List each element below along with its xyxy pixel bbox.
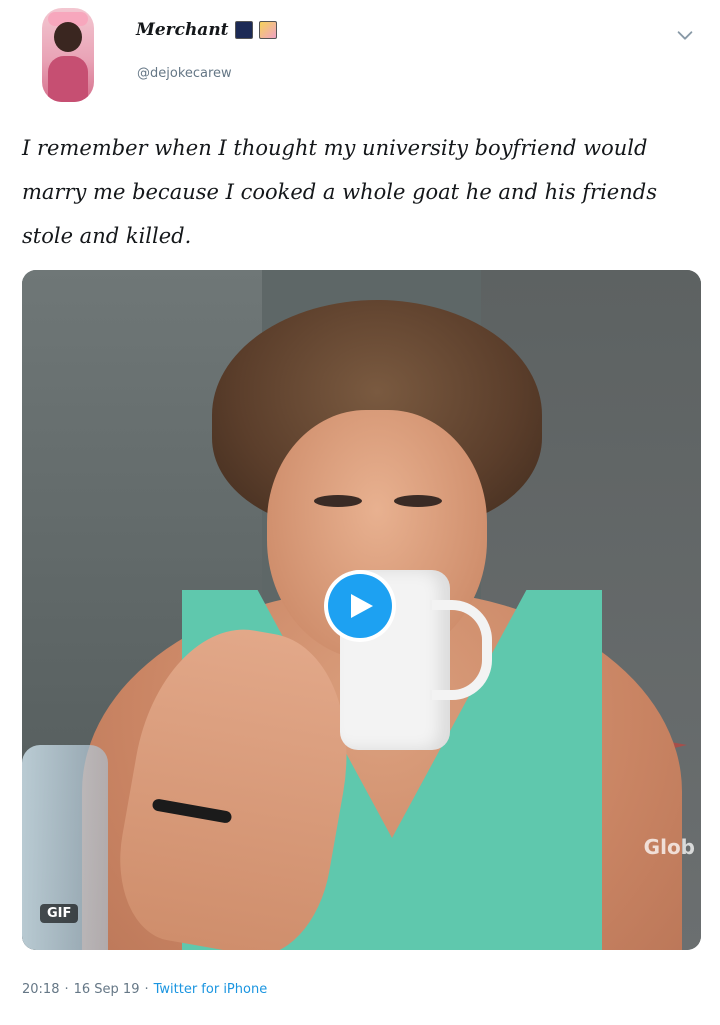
sailboat-emoji-icon (234, 21, 253, 39)
tweet-text: I remember when I thought my university … (22, 136, 657, 248)
separator: · (64, 982, 69, 997)
author-handle[interactable]: @dejokecarew (137, 66, 232, 81)
tweet-date[interactable]: 16 Sep 19 (74, 982, 140, 997)
author-name-row[interactable]: Merchant (136, 20, 277, 40)
tweet-time[interactable]: 20:18 (22, 982, 59, 997)
shopping-bags-emoji-icon (258, 21, 277, 39)
mug-handle (432, 600, 492, 700)
right-eye (394, 495, 442, 507)
gif-badge: GIF (40, 904, 79, 923)
avatar-body (48, 56, 88, 102)
left-eye (314, 495, 362, 507)
gif-media[interactable]: Glob GIF (22, 270, 701, 950)
separator: · (144, 982, 149, 997)
chevron-down-icon[interactable] (674, 24, 696, 46)
avatar-face (54, 22, 82, 52)
play-icon (351, 594, 373, 618)
play-button[interactable] (328, 574, 392, 638)
author-display-name[interactable]: Merchant (136, 20, 229, 40)
video-watermark: Glob (643, 835, 695, 859)
avatar[interactable] (42, 8, 94, 102)
tweet-metadata: 20:18 · 16 Sep 19 · Twitter for iPhone (22, 982, 267, 997)
tweet-header: Merchant @dejokecarew (0, 0, 720, 110)
tweet-source-link[interactable]: Twitter for iPhone (154, 982, 268, 997)
